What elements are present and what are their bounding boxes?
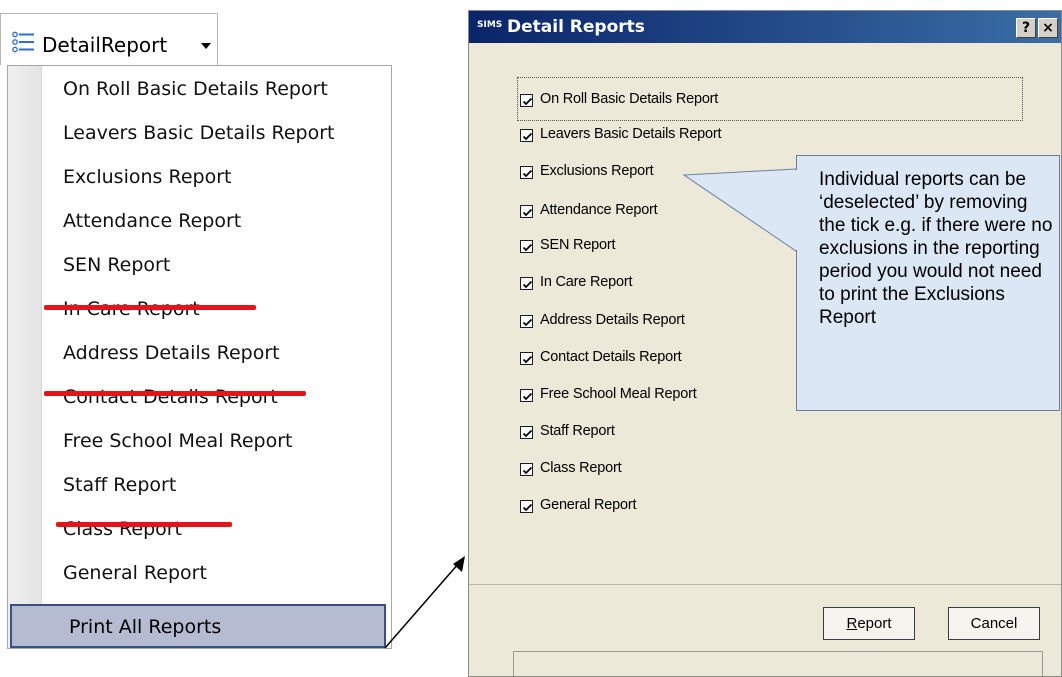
menu-item-free-school-meal[interactable]: Free School Meal Report	[63, 430, 293, 452]
detail-report-dropdown[interactable]: DetailReport	[0, 13, 218, 65]
callout-box: Individual reports can be ‘deselected’ b…	[796, 155, 1060, 411]
help-button[interactable]: ?	[1016, 18, 1036, 38]
detail-report-menu: DetailReport On Roll Basic Details Repor…	[0, 0, 402, 677]
checkbox-checked-icon[interactable]	[520, 463, 533, 476]
list-icon	[12, 31, 34, 53]
report-button[interactable]: Report	[823, 607, 915, 640]
dialog-footer: Report Cancel	[469, 584, 1061, 676]
strikethrough-class	[56, 522, 232, 527]
checkbox-checked-icon[interactable]	[520, 205, 533, 218]
checkbox-checked-icon[interactable]	[520, 94, 533, 107]
menu-item-attendance[interactable]: Attendance Report	[63, 210, 241, 232]
checkbox-label: Leavers Basic Details Report	[540, 126, 722, 142]
report-button-label: Report	[846, 615, 892, 632]
checkbox-checked-icon[interactable]	[520, 166, 533, 179]
checkbox-label: Attendance Report	[540, 202, 658, 218]
close-button[interactable]: ×	[1038, 18, 1058, 38]
chevron-down-icon	[201, 43, 211, 49]
callout-text: Individual reports can be ‘deselected’ b…	[819, 169, 1053, 328]
menu-item-exclusions[interactable]: Exclusions Report	[63, 166, 231, 188]
checkbox-label: Free School Meal Report	[540, 386, 697, 402]
menu-item-leavers[interactable]: Leavers Basic Details Report	[63, 122, 335, 144]
dialog-title: Detail Reports	[507, 17, 645, 37]
checkbox-label: Address Details Report	[540, 312, 685, 328]
checkbox-label: SEN Report	[540, 237, 616, 253]
dropdown-title: DetailReport	[42, 33, 168, 57]
checkbox-label: Staff Report	[540, 423, 615, 439]
sims-logo-icon: SIMS	[477, 20, 503, 30]
print-all-label: Print All Reports	[69, 616, 222, 638]
checkbox-label: Exclusions Report	[540, 163, 654, 179]
menu-item-address[interactable]: Address Details Report	[63, 342, 280, 364]
menu-item-staff[interactable]: Staff Report	[63, 474, 176, 496]
menu-item-sen[interactable]: SEN Report	[63, 254, 170, 276]
checkbox-checked-icon[interactable]	[520, 426, 533, 439]
checkbox-label: Class Report	[540, 460, 622, 476]
menu-item-general[interactable]: General Report	[63, 562, 207, 584]
strikethrough-in-care	[44, 305, 256, 310]
title-bar: SIMS Detail Reports ? ×	[469, 11, 1061, 43]
checkbox-checked-icon[interactable]	[520, 277, 533, 290]
checkbox-checked-icon[interactable]	[520, 389, 533, 402]
connector-arrow	[384, 556, 465, 649]
checkbox-label: On Roll Basic Details Report	[540, 91, 719, 107]
menu-item-on-roll[interactable]: On Roll Basic Details Report	[63, 78, 328, 100]
detail-reports-dialog: SIMS Detail Reports ? × On Roll Basic De…	[468, 10, 1062, 677]
checkbox-label: General Report	[540, 497, 637, 513]
checkbox-label: In Care Report	[540, 274, 633, 290]
status-bar	[513, 651, 1043, 676]
cancel-button[interactable]: Cancel	[948, 607, 1040, 640]
checkbox-checked-icon[interactable]	[520, 240, 533, 253]
menu-icon-gutter	[8, 66, 42, 648]
checkbox-checked-icon[interactable]	[520, 500, 533, 513]
print-all-reports-item[interactable]: Print All Reports	[10, 604, 386, 648]
menu-item-contact[interactable]: Contact Details Report	[63, 386, 278, 408]
checkbox-checked-icon[interactable]	[520, 352, 533, 365]
checkbox-checked-icon[interactable]	[520, 129, 533, 142]
strikethrough-contact	[44, 391, 306, 396]
cancel-button-label: Cancel	[970, 615, 1018, 632]
checkbox-checked-icon[interactable]	[520, 315, 533, 328]
checkbox-label: Contact Details Report	[540, 349, 682, 365]
